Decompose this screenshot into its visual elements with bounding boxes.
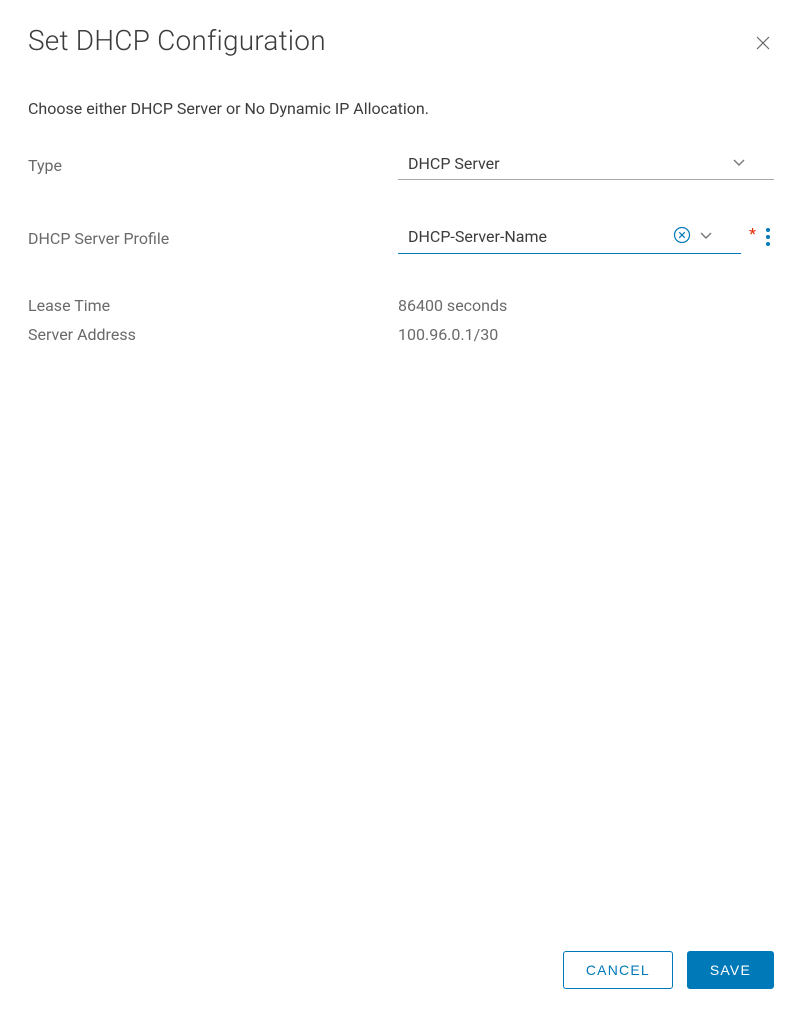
modal-footer: CANCEL SAVE: [28, 935, 774, 989]
save-button[interactable]: SAVE: [687, 951, 774, 989]
dhcp-config-modal: Set DHCP Configuration Choose either DHC…: [0, 0, 802, 1013]
chevron-down-icon: [699, 227, 713, 246]
more-vertical-icon: [766, 227, 770, 250]
profile-control-wrap: DHCP-Server-Name: [398, 222, 774, 254]
profile-more-button[interactable]: [762, 225, 774, 252]
profile-label: DHCP Server Profile: [28, 229, 398, 248]
profile-clear-button[interactable]: [673, 226, 691, 247]
form-body: Type DHCP Server DHCP Server Profile DHC…: [28, 150, 774, 935]
type-select[interactable]: DHCP Server: [398, 150, 774, 180]
profile-select-value: DHCP-Server-Name: [408, 227, 673, 246]
lease-time-label: Lease Time: [28, 296, 398, 315]
type-control-wrap: DHCP Server: [398, 150, 774, 180]
server-address-value: 100.96.0.1/30: [398, 325, 498, 344]
close-button[interactable]: [752, 32, 774, 57]
clear-circle-icon: [673, 226, 691, 247]
type-label: Type: [28, 156, 398, 175]
server-address-label: Server Address: [28, 325, 398, 344]
cancel-button[interactable]: CANCEL: [563, 951, 673, 989]
server-address-row: Server Address 100.96.0.1/30: [28, 325, 774, 344]
lease-time-row: Lease Time 86400 seconds: [28, 296, 774, 315]
close-icon: [756, 36, 770, 53]
instruction-text: Choose either DHCP Server or No Dynamic …: [28, 99, 774, 118]
profile-select[interactable]: DHCP-Server-Name: [398, 222, 741, 254]
type-row: Type DHCP Server: [28, 150, 774, 180]
profile-row: DHCP Server Profile DHCP-Server-Name: [28, 222, 774, 254]
required-indicator: *: [749, 224, 756, 243]
page-title: Set DHCP Configuration: [28, 24, 326, 57]
modal-header: Set DHCP Configuration: [28, 24, 774, 57]
type-select-value: DHCP Server: [408, 154, 732, 173]
chevron-down-icon: [732, 154, 746, 173]
lease-time-value: 86400 seconds: [398, 296, 507, 315]
